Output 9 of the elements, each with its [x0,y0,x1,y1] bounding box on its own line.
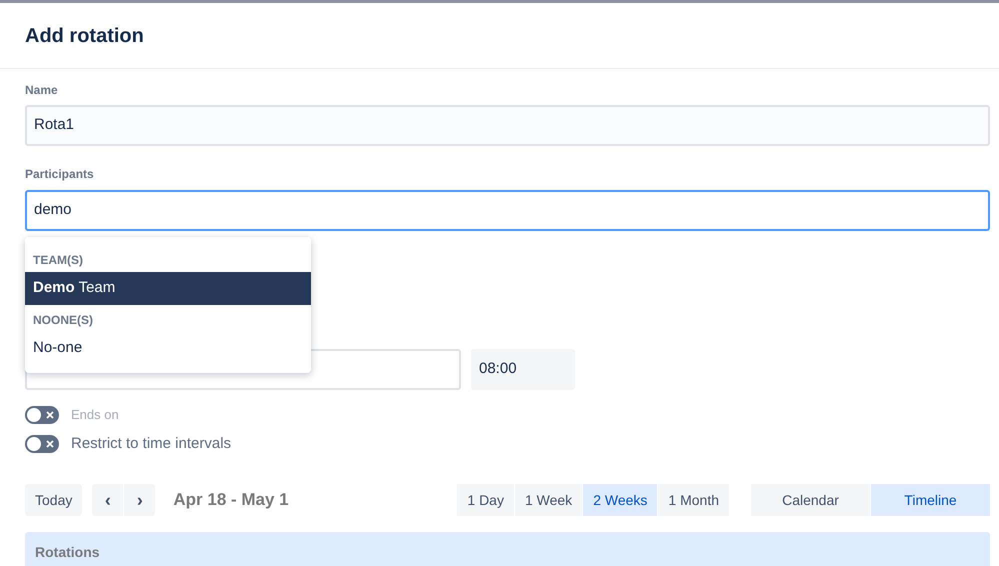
toggle-label: Restrict to time intervals [71,434,232,454]
date-range: Apr 18 - May 1 [173,489,289,512]
field-label: Participants [25,166,94,183]
group-heading: TEAM(S) [32,252,84,269]
group-heading: NOONE(S) [32,312,94,329]
toggle-label: Ends on [71,406,119,424]
rotations-header: Rotations [25,532,990,566]
dialog-title: Add rotation [25,24,144,48]
field-label: Name [25,82,58,99]
